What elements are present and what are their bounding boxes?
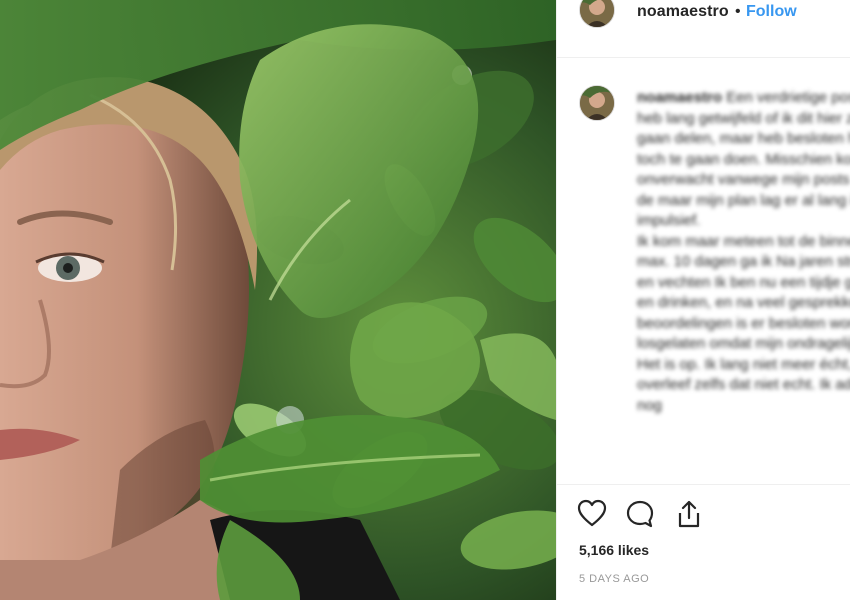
post-header: noamaestro • Follow (557, 0, 850, 58)
post-image (0, 0, 556, 600)
post-timestamp[interactable]: 5 DAYS AGO (579, 573, 649, 585)
post-actions: 5,166 likes 5 DAYS AGO (557, 484, 850, 600)
speech-bubble-icon[interactable] (625, 499, 655, 529)
caption-username[interactable]: noamaestro (637, 89, 722, 106)
caption-body: Een verdrietige post. Ik heb lang getwij… (637, 89, 850, 414)
caption-text: noamaestro Een verdrietige post. Ik heb … (637, 88, 850, 416)
username-link[interactable]: noamaestro (637, 3, 729, 21)
likes-count[interactable]: 5,166 likes (579, 542, 649, 558)
caption-avatar[interactable] (579, 85, 615, 121)
caption-block: noamaestro Een verdrietige post. Ik heb … (557, 58, 850, 478)
follow-button[interactable]: Follow (746, 3, 797, 21)
avatar[interactable] (579, 0, 615, 28)
heart-icon[interactable] (577, 499, 607, 527)
post-photo[interactable] (0, 0, 556, 600)
separator-dot: • (735, 3, 741, 20)
post-sidebar: noamaestro • Follow noamaestro Een verdr… (556, 0, 850, 600)
share-icon[interactable] (675, 499, 703, 529)
